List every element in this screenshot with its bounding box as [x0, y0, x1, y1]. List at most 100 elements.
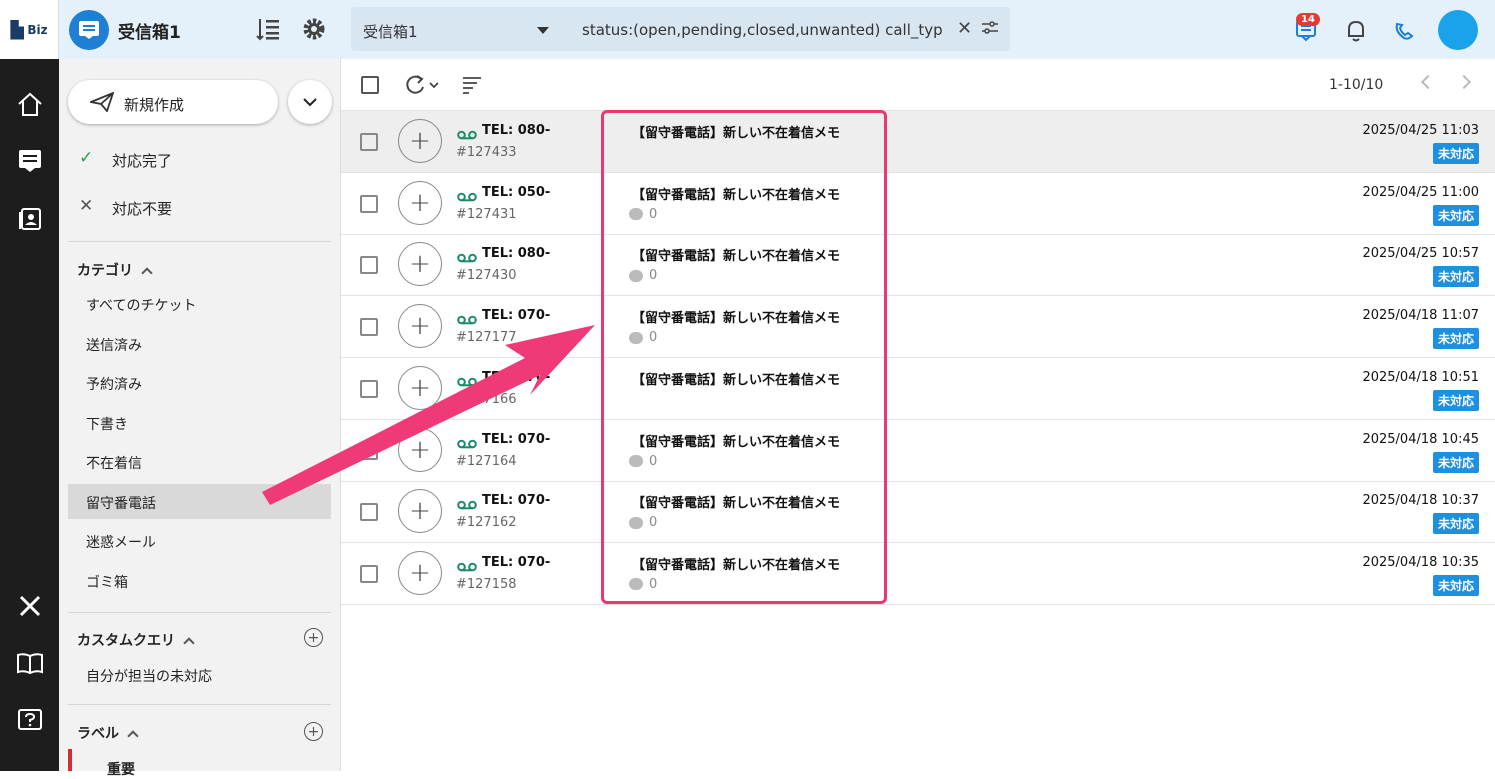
ticket-subject[interactable]: 【留守番電話】新しい不在着信メモ	[632, 492, 840, 511]
sort-lines-icon[interactable]	[462, 75, 482, 99]
help-icon[interactable]	[14, 705, 46, 737]
sidebar: 新規作成 ✓ 対応完了 ✕ 対応不要 カテゴリ すべてのチケット 送信済み 予約…	[59, 59, 341, 778]
refresh-icon[interactable]	[403, 73, 439, 101]
phone-status-icon[interactable]	[1389, 14, 1421, 46]
label-color-marker	[68, 749, 72, 771]
select-all-checkbox[interactable]	[361, 76, 379, 94]
ticket-subject[interactable]: 【留守番電話】新しい不在着信メモ	[632, 184, 840, 203]
inbox-icon[interactable]	[14, 144, 46, 176]
table-row[interactable]: + TEL: 080- #127430 【留守番電話】新しい不在着信メモ 0 2…	[341, 234, 1495, 297]
comment-count-value: 0	[649, 330, 658, 346]
add-label-icon[interactable]: +	[304, 722, 323, 741]
clear-search-icon[interactable]: ✕	[957, 18, 972, 39]
assign-add-button[interactable]: +	[398, 365, 442, 410]
manual-book-icon[interactable]	[14, 647, 46, 679]
category-header-label: カテゴリ	[77, 263, 133, 279]
row-checkbox[interactable]	[360, 256, 378, 275]
voicemail-icon	[457, 434, 477, 453]
row-checkbox[interactable]	[360, 194, 378, 213]
inbox-badge-icon	[69, 10, 109, 50]
sidebar-item-missed-calls[interactable]: 不在着信	[86, 453, 142, 473]
table-row[interactable]: + TEL: 070- #127162 【留守番電話】新しい不在着信メモ 0 2…	[341, 481, 1495, 544]
table-row[interactable]: + TEL: 070- #127177 【留守番電話】新しい不在着信メモ 0 2…	[341, 296, 1495, 359]
filter-tune-icon[interactable]	[981, 19, 999, 41]
sidebar-item-closed[interactable]: 対応完了	[112, 150, 172, 171]
comment-bubble-icon	[629, 208, 643, 221]
comment-count: 0	[629, 577, 657, 592]
status-badge: 未対応	[1432, 204, 1479, 226]
ticket-date: 2025/04/18 10:37	[1362, 493, 1479, 509]
row-checkbox[interactable]	[360, 564, 378, 583]
sidebar-divider	[68, 241, 331, 242]
status-badge: 未対応	[1432, 451, 1479, 473]
comment-count: 0	[629, 515, 657, 530]
sidebar-item-sent[interactable]: 送信済み	[86, 335, 142, 355]
row-checkbox[interactable]	[360, 441, 378, 460]
comment-count: 0	[629, 207, 657, 222]
ticket-phone: TEL: 070-	[482, 431, 551, 447]
sidebar-item-drafts[interactable]: 下書き	[86, 414, 128, 434]
ticket-subject[interactable]: 【留守番電話】新しい不在着信メモ	[632, 307, 840, 326]
prev-page-icon[interactable]	[1420, 74, 1436, 90]
label-header[interactable]: ラベル	[77, 723, 139, 743]
user-avatar[interactable]	[1438, 10, 1478, 50]
row-checkbox[interactable]	[360, 318, 378, 337]
ticket-notification-count: 14	[1296, 13, 1320, 26]
ticket-subject[interactable]: 【留守番電話】新しい不在着信メモ	[632, 554, 840, 573]
custom-query-header-label: カスタムクエリ	[77, 633, 175, 649]
bell-icon[interactable]	[1340, 14, 1372, 46]
voicemail-icon	[457, 125, 477, 144]
sidebar-item-scheduled[interactable]: 予約済み	[86, 374, 142, 394]
custom-query-header[interactable]: カスタムクエリ	[77, 630, 195, 650]
row-checkbox[interactable]	[360, 133, 378, 151]
table-row[interactable]: + TEL: 070- #127158 【留守番電話】新しい不在着信メモ 0 2…	[341, 543, 1495, 605]
assign-add-button[interactable]: +	[398, 242, 442, 287]
checkmark-icon: ✓	[79, 148, 94, 168]
sidebar-item-voicemail[interactable]: 留守番電話	[86, 493, 156, 513]
assign-add-button[interactable]: +	[398, 550, 442, 595]
add-custom-query-icon[interactable]: +	[304, 628, 323, 647]
assign-add-button[interactable]: +	[398, 489, 442, 534]
assign-add-button[interactable]: +	[398, 427, 442, 472]
tools-icon[interactable]	[14, 590, 46, 622]
sidebar-item-my-open[interactable]: 自分が担当の未対応	[86, 666, 212, 686]
ticket-subject[interactable]: 【留守番電話】新しい不在着信メモ	[632, 431, 840, 450]
table-row[interactable]: + TEL: 050- #127431 【留守番電話】新しい不在着信メモ 0 2…	[341, 173, 1495, 235]
cross-icon: ✕	[79, 196, 94, 216]
assign-add-button[interactable]: +	[398, 180, 442, 225]
ticket-phone: TEL: 080-	[482, 123, 551, 138]
contacts-icon[interactable]	[14, 203, 46, 235]
ticket-subject[interactable]: 【留守番電話】新しい不在着信メモ	[632, 245, 840, 264]
sort-list-icon[interactable]	[253, 14, 283, 44]
ticket-date: 2025/04/18 10:35	[1362, 554, 1479, 570]
assign-add-button[interactable]: +	[398, 119, 442, 163]
next-page-icon[interactable]	[1456, 74, 1472, 90]
inbox-select[interactable]: 受信箱1	[351, 7, 569, 51]
sidebar-item-spam[interactable]: 迷惑メール	[86, 532, 156, 552]
app-logo[interactable]: Biz	[0, 0, 59, 59]
comment-bubble-icon	[629, 331, 643, 344]
row-checkbox[interactable]	[360, 379, 378, 398]
sidebar-item-unwanted[interactable]: 対応不要	[112, 198, 172, 219]
ticket-subject[interactable]: 【留守番電話】新しい不在着信メモ	[632, 369, 840, 388]
ticket-id: #127430	[456, 268, 517, 284]
sidebar-item-all-tickets[interactable]: すべてのチケット	[86, 295, 196, 315]
new-ticket-button[interactable]: 新規作成	[68, 80, 278, 124]
search-query-box[interactable]: status:(open,pending,closed,unwanted) ca…	[569, 7, 1010, 51]
comment-bubble-icon	[629, 455, 643, 467]
sidebar-item-label-important[interactable]: 重要	[107, 759, 135, 779]
home-icon[interactable]	[14, 88, 46, 120]
new-ticket-dropdown-button[interactable]	[288, 80, 332, 124]
table-row[interactable]: + TEL: 080- #127433 【留守番電話】新しい不在着信メモ 202…	[341, 111, 1495, 173]
ticket-subject[interactable]: 【留守番電話】新しい不在着信メモ	[632, 122, 840, 141]
ticket-date: 2025/04/18 11:07	[1362, 308, 1479, 324]
table-row[interactable]: + TEL: 070- #127166 【留守番電話】新しい不在着信メモ 202…	[341, 358, 1495, 420]
table-row[interactable]: + TEL: 070- #127164 【留守番電話】新しい不在着信メモ 0 2…	[341, 420, 1495, 482]
sidebar-item-trash[interactable]: ゴミ箱	[86, 572, 128, 592]
label-header-label: ラベル	[77, 726, 119, 742]
settings-gear-icon[interactable]	[299, 14, 329, 44]
row-checkbox[interactable]	[360, 503, 378, 522]
category-header[interactable]: カテゴリ	[77, 260, 153, 280]
chevron-up-icon	[141, 267, 153, 279]
assign-add-button[interactable]: +	[398, 304, 442, 349]
